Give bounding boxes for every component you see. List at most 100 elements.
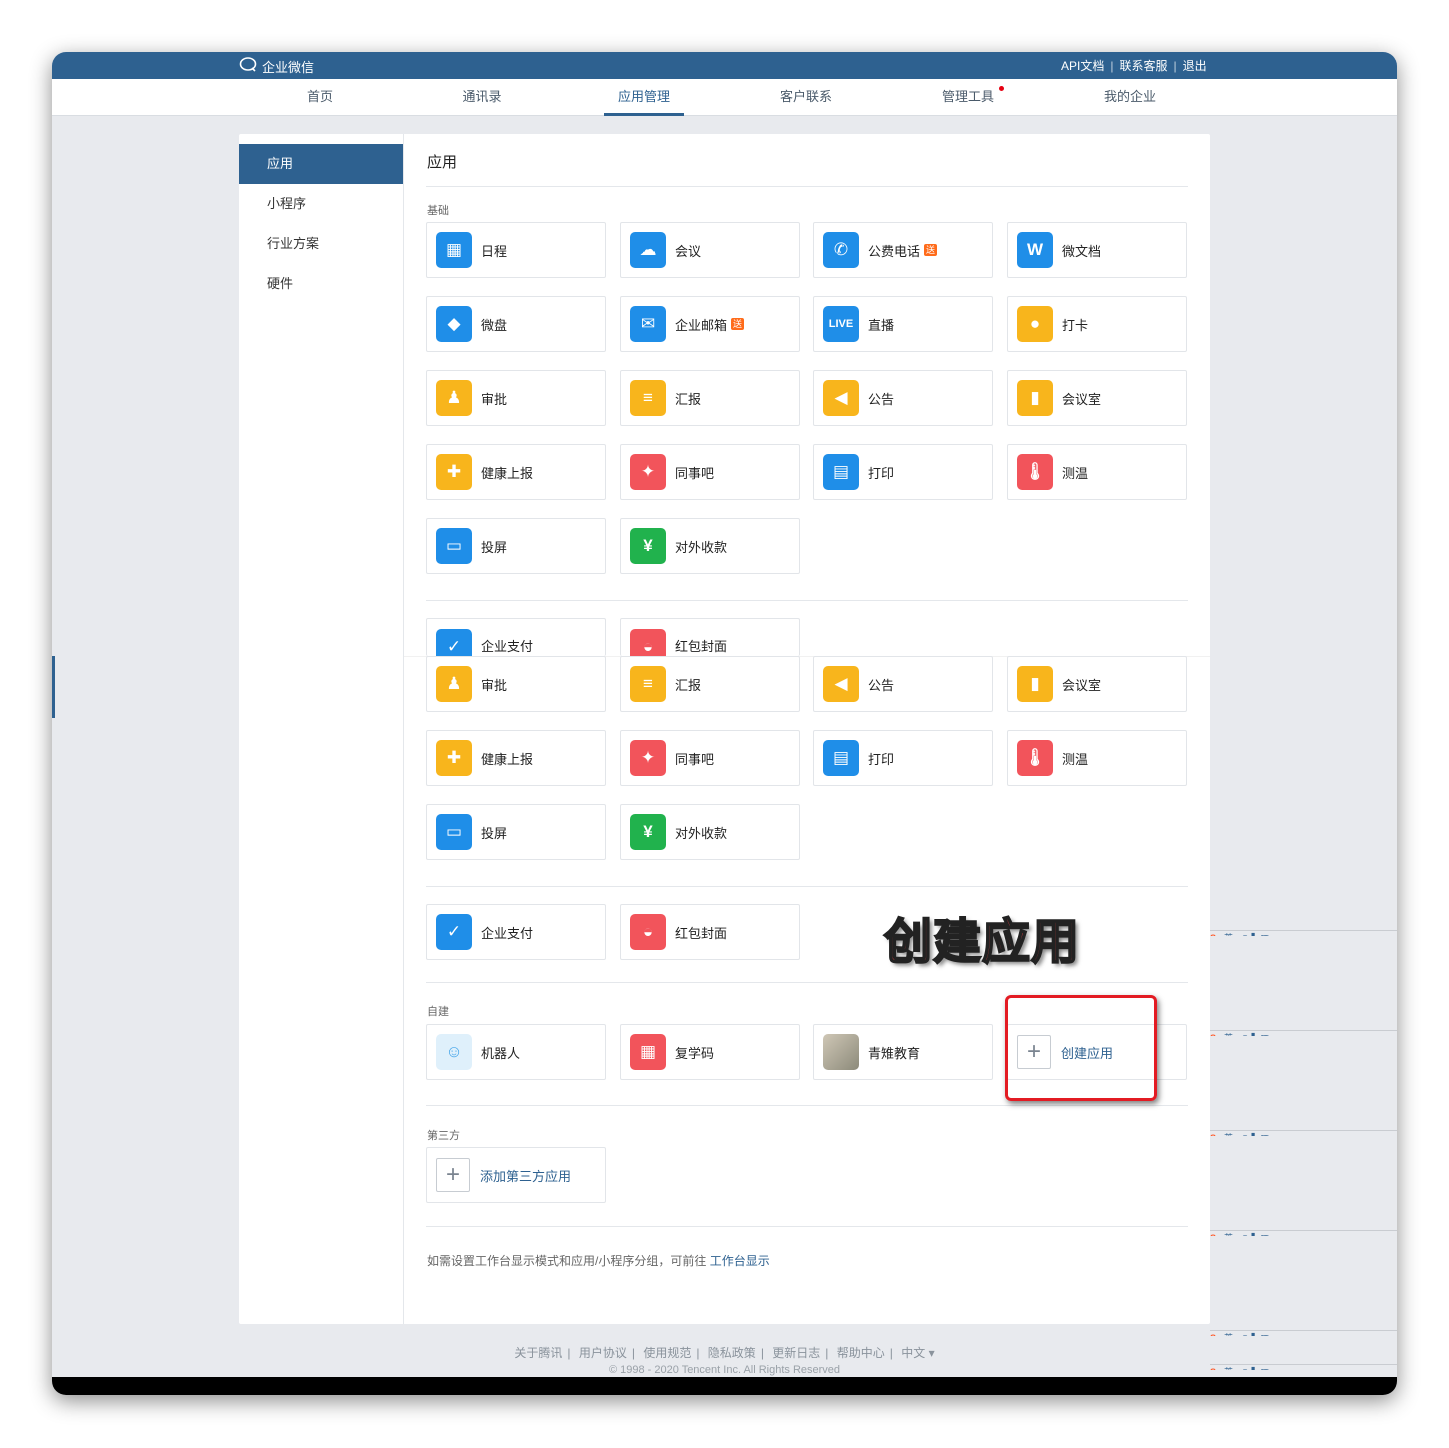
app-card-screen-cast[interactable]: ▭ 投屏 [426,518,606,574]
app-card-payment-collection[interactable]: ¥ 对外收款 [620,804,800,860]
sidebar-item-mini-programs[interactable]: 小程序 [239,184,403,224]
app-card-qingzhi-education[interactable]: 青雉教育 [813,1024,993,1080]
divider [426,982,1188,983]
app-name: 测温 [1062,751,1089,767]
app-card-red-packet[interactable]: ◒ 红包封面 [620,904,800,960]
app-card-health-report[interactable]: ✚ 健康上报 [426,730,606,786]
app-name: 审批 [481,677,508,693]
door-icon: ▮ [1017,380,1053,416]
app-card-print[interactable]: ▤ 打印 [813,730,993,786]
app-card-docs[interactable]: W 微文档 [1007,222,1187,278]
app-name: 打印 [868,751,895,767]
page-title: 应用 [427,154,458,171]
app-card-enterprise-pay-partial[interactable]: ✓ 企业支付 [426,618,606,656]
plus-icon: + [436,1158,470,1192]
app-card-live[interactable]: LIVE 直播 [813,296,993,352]
app-card-mail[interactable]: ✉ 企业邮箱送 [620,296,800,352]
app-card-print[interactable]: ▤ 打印 [813,444,993,500]
app-card-phone[interactable]: ✆ 公费电话送 [813,222,993,278]
stamp-icon: ♟ [436,666,472,702]
megaphone-icon: ◀ [823,666,859,702]
caret-down-icon: ▾ [928,1346,935,1360]
app-name: 微盘 [481,317,508,333]
annotation-highlight-box [1005,995,1157,1101]
app-card-screen-cast[interactable]: ▭ 投屏 [426,804,606,860]
app-card-announcement[interactable]: ◀ 公告 [813,370,993,426]
sidebar-item-hardware[interactable]: 硬件 [239,264,403,304]
app-card-checkin[interactable]: ● 打卡 [1007,296,1187,352]
language-select[interactable]: 中文 ▾ [901,1346,934,1360]
app-card-colleague-bar[interactable]: ✦ 同事吧 [620,730,800,786]
add-third-party-app-button[interactable]: + 添加第三方应用 [426,1147,606,1203]
contact-support-link[interactable]: 联系客服 [1119,57,1167,74]
sidebar-item-apps[interactable]: 应用 [239,144,403,184]
app-name: 微文档 [1062,243,1102,259]
app-card-drive[interactable]: ◆ 微盘 [426,296,606,352]
footer-privacy[interactable]: 隐私政策 [708,1346,756,1360]
stamp-icon: ♟ [436,380,472,416]
nav-my-company[interactable]: 我的企业 [1090,79,1170,116]
nav-app-management[interactable]: 应用管理 [604,79,684,116]
app-card-school-code[interactable]: ▦ 复学码 [620,1024,800,1080]
nav-admin-tools[interactable]: 管理工具 [928,79,1008,116]
clipboard-plus-icon: ✚ [436,454,472,490]
pay-check-icon: ✓ [436,628,472,656]
app-name: 机器人 [481,1045,521,1061]
app-card-temperature[interactable]: 🌡 测温 [1007,730,1187,786]
gift-badge: 送 [924,244,938,256]
nav-contacts[interactable]: 通讯录 [442,79,522,116]
left-edge-marker [52,656,55,718]
app-card-enterprise-pay[interactable]: ✓ 企业支付 [426,904,606,960]
api-docs-link[interactable]: API文档 [1061,57,1104,74]
app-name: 复学码 [675,1045,715,1061]
app-card-colleague-bar[interactable]: ✦ 同事吧 [620,444,800,500]
app-name: 公费电话 [868,243,921,259]
stitch-fragment: S英 • ◎ ▌ ▦ ▪ ▬ [1210,930,1397,936]
footer-usage-rules[interactable]: 使用规范 [643,1346,691,1360]
app-card-announcement[interactable]: ◀ 公告 [813,656,993,712]
logout-link[interactable]: 退出 [1183,57,1207,74]
footer-links: 关于腾讯 | 用户协议 | 使用规范 | 隐私政策 | 更新日志 | 帮助中心 | 中文 ▾ [514,1346,935,1360]
app-card-report[interactable]: ≡ 汇报 [620,370,800,426]
app-card-meeting-room[interactable]: ▮ 会议室 [1007,656,1187,712]
red-packet-icon: ◒ [630,914,666,950]
app-card-report[interactable]: ≡ 汇报 [620,656,800,712]
sidebar-item-industry-solutions[interactable]: 行业方案 [239,224,403,264]
workbench-display-link[interactable]: 工作台显示 [710,1254,770,1268]
top-bar: 企业微信 API文档 | 联系客服 | 退出 [52,52,1397,79]
footer-help[interactable]: 帮助中心 [837,1346,885,1360]
wecom-logo[interactable]: 企业微信 [239,57,314,76]
app-card-red-packet-partial[interactable]: ◒ 红包封面 [620,618,800,656]
footer-changelog[interactable]: 更新日志 [772,1346,820,1360]
app-card-meeting[interactable]: ☁ 会议 [620,222,800,278]
sidebar: 应用 小程序 行业方案 硬件 [239,134,404,1324]
app-card-health-report[interactable]: ✚ 健康上报 [426,444,606,500]
cloud-icon: ☁ [630,232,666,268]
app-name: 投屏 [481,539,508,555]
app-card-temperature[interactable]: 🌡 测温 [1007,444,1187,500]
wecom-logo-icon [239,57,259,76]
divider [426,886,1188,887]
app-card-schedule[interactable]: ▦ 日程 [426,222,606,278]
app-name: 审批 [481,391,508,407]
app-name: 对外收款 [675,825,728,841]
red-packet-icon: ◒ [630,628,666,656]
printer-icon: ▤ [823,454,859,490]
app-card-approval[interactable]: ♟ 审批 [426,370,606,426]
drive-icon: ◆ [436,306,472,342]
screencast-icon: ▭ [436,528,472,564]
app-card-approval[interactable]: ♟ 审批 [426,656,606,712]
nav-home[interactable]: 首页 [280,79,360,116]
app-card-payment-collection[interactable]: ¥ 对外收款 [620,518,800,574]
app-card-robot[interactable]: ☺ 机器人 [426,1024,606,1080]
yen-shield-icon: ¥ [630,814,666,850]
app-name: 同事吧 [675,465,715,481]
footer-user-agreement[interactable]: 用户协议 [579,1346,627,1360]
app-card-meeting-room[interactable]: ▮ 会议室 [1007,370,1187,426]
thermometer-icon: 🌡 [1017,740,1053,776]
footer-about[interactable]: 关于腾讯 [514,1346,562,1360]
word-doc-icon: W [1017,232,1053,268]
app-content: 应用 基础 ▦ 日程 ☁ 会议 ✆ 公费电话送 W 微文档 ◆ 微盘 ✉ 企业邮箱送 LIV… [404,134,1210,1324]
section-label-third-party: 第三方 [427,1130,460,1142]
nav-customer-contact[interactable]: 客户联系 [766,79,846,116]
